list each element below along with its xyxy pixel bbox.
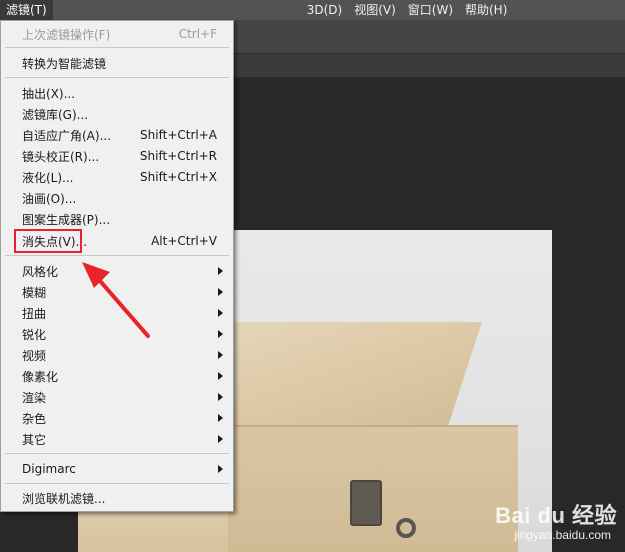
- menu-item-label: 自适应广角(A)...: [22, 128, 112, 143]
- submenu-arrow-icon: [218, 288, 223, 296]
- menu-window[interactable]: 窗口(W): [402, 0, 459, 20]
- menu-item-distort[interactable]: 扭曲: [1, 303, 233, 323]
- baidu-watermark-url: jingyan.baidu.com: [514, 528, 611, 542]
- menu-item-render[interactable]: 渲染: [1, 387, 233, 407]
- submenu-arrow-icon: [218, 351, 223, 359]
- submenu-arrow-icon: [218, 435, 223, 443]
- box-latch: [350, 480, 382, 526]
- menu-bar: 滤镜(T) 3D(D) 视图(V) 窗口(W) 帮助(H): [0, 0, 625, 20]
- submenu-arrow-icon: [218, 309, 223, 317]
- menu-item-label: 浏览联机滤镜...: [22, 491, 106, 506]
- baidu-watermark-logo: Bai du 经验: [495, 503, 617, 528]
- menu-item-other[interactable]: 其它: [1, 429, 233, 449]
- menu-item-label: 其它: [22, 432, 47, 447]
- submenu-arrow-icon: [218, 414, 223, 422]
- menu-item-label: 锐化: [22, 327, 47, 342]
- menu-separator: [5, 47, 229, 48]
- menu-separator: [5, 77, 229, 78]
- menu-item-shortcut: Ctrl+F: [178, 27, 217, 41]
- menu-item-label: 镜头校正(R)...: [22, 149, 100, 164]
- box-ring: [396, 518, 416, 538]
- menu-separator: [5, 483, 229, 484]
- submenu-arrow-icon: [218, 465, 223, 473]
- menu-item-label: 油画(O)...: [22, 191, 77, 206]
- menu-item-label: 图案生成器(P)...: [22, 212, 111, 227]
- menu-item-adaptive-wide-angle[interactable]: 自适应广角(A)... Shift+Ctrl+A: [1, 125, 233, 145]
- menu-item-label: 抽出(X)...: [22, 86, 76, 101]
- menu-item-liquify[interactable]: 液化(L)... Shift+Ctrl+X: [1, 167, 233, 187]
- menu-item-label: 模糊: [22, 285, 47, 300]
- menu-separator: [5, 453, 229, 454]
- menu-item-label: Digimarc: [22, 462, 76, 476]
- menu-item-label: 像素化: [22, 369, 59, 384]
- menu-item-label: 转换为智能滤镜: [22, 56, 107, 71]
- submenu-arrow-icon: [218, 372, 223, 380]
- menu-item-label: 扭曲: [22, 306, 47, 321]
- menu-filter[interactable]: 滤镜(T): [0, 0, 53, 20]
- submenu-arrow-icon: [218, 330, 223, 338]
- menu-item-browse-online-filters[interactable]: 浏览联机滤镜...: [1, 488, 233, 508]
- menu-help[interactable]: 帮助(H): [459, 0, 513, 20]
- menu-item-filter-gallery[interactable]: 滤镜库(G)...: [1, 104, 233, 124]
- menu-item-lens-correction[interactable]: 镜头校正(R)... Shift+Ctrl+R: [1, 146, 233, 166]
- menu-3d[interactable]: 3D(D): [301, 0, 348, 20]
- menu-item-pattern-maker[interactable]: 图案生成器(P)...: [1, 209, 233, 229]
- menu-item-video[interactable]: 视频: [1, 345, 233, 365]
- menu-item-digimarc[interactable]: Digimarc: [1, 459, 233, 479]
- menu-item-shortcut: Alt+Ctrl+V: [151, 234, 217, 248]
- menu-item-shortcut: Shift+Ctrl+A: [140, 128, 217, 142]
- submenu-arrow-icon: [218, 393, 223, 401]
- menu-item-convert-smart-filter[interactable]: 转换为智能滤镜: [1, 53, 233, 73]
- menu-item-shortcut: Shift+Ctrl+X: [140, 170, 217, 184]
- filter-menu-dropdown: 上次滤镜操作(F) Ctrl+F 转换为智能滤镜 抽出(X)... 滤镜库(G)…: [0, 20, 234, 512]
- menu-item-stylize[interactable]: 风格化: [1, 261, 233, 281]
- menu-item-extract[interactable]: 抽出(X)...: [1, 83, 233, 103]
- menu-item-label: 视频: [22, 348, 47, 363]
- menu-item-label: 渲染: [22, 390, 47, 405]
- menu-item-label: 上次滤镜操作(F): [22, 27, 111, 42]
- menu-view[interactable]: 视图(V): [348, 0, 402, 20]
- menu-item-last-filter[interactable]: 上次滤镜操作(F) Ctrl+F: [1, 24, 233, 44]
- menu-item-label: 滤镜库(G)...: [22, 107, 89, 122]
- menu-item-shortcut: Shift+Ctrl+R: [139, 149, 217, 163]
- menu-item-label: 液化(L)...: [22, 170, 74, 185]
- menu-item-blur[interactable]: 模糊: [1, 282, 233, 302]
- menu-separator: [5, 255, 229, 256]
- red-highlight-box: [14, 229, 82, 253]
- menu-item-noise[interactable]: 杂色: [1, 408, 233, 428]
- menu-item-sharpen[interactable]: 锐化: [1, 324, 233, 344]
- menu-item-pixelate[interactable]: 像素化: [1, 366, 233, 386]
- menu-item-label: 风格化: [22, 264, 59, 279]
- submenu-arrow-icon: [218, 267, 223, 275]
- menu-item-oil-paint[interactable]: 油画(O)...: [1, 188, 233, 208]
- menu-item-label: 杂色: [22, 411, 47, 426]
